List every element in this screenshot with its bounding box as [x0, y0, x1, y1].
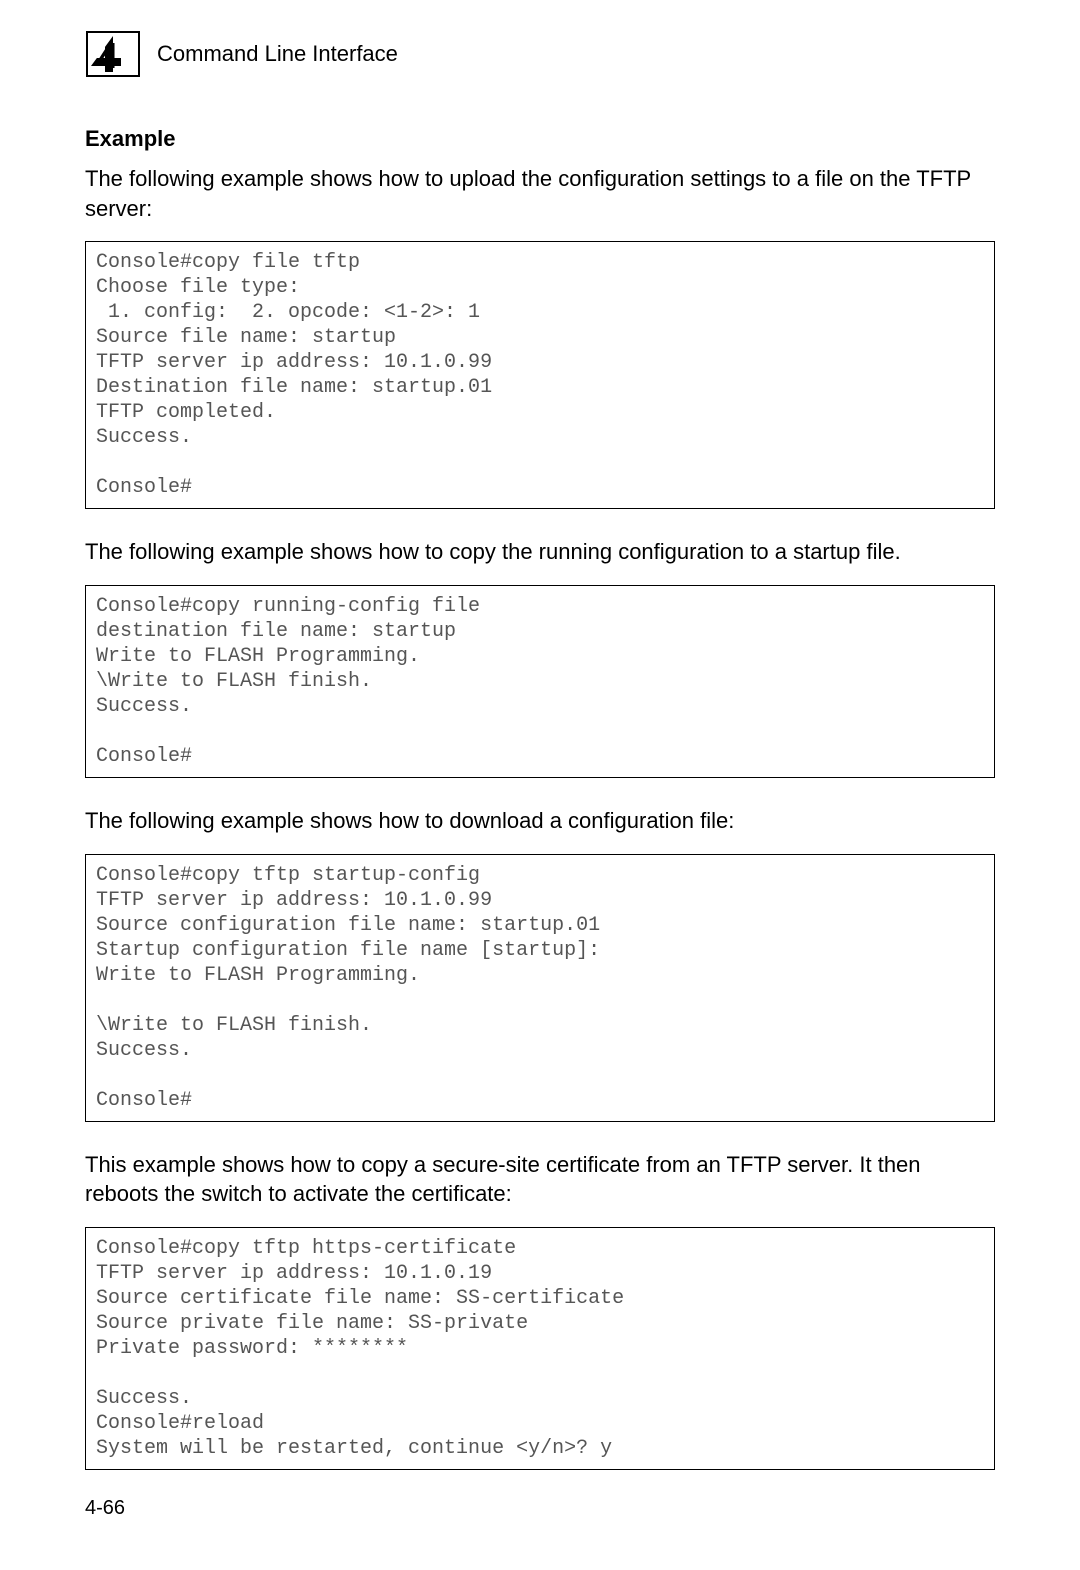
code-block-4: Console#copy tftp https-certificate TFTP…: [85, 1227, 995, 1470]
intro-text-4: This example shows how to copy a secure-…: [85, 1150, 995, 1209]
code-block-1: Console#copy file tftp Choose file type:…: [85, 241, 995, 509]
svg-text:4: 4: [98, 35, 118, 76]
example-heading: Example: [85, 126, 995, 152]
intro-text-1: The following example shows how to uploa…: [85, 164, 995, 223]
page-number: 4-66: [85, 1497, 125, 1520]
page-header: 4 Command Line Interface: [85, 30, 995, 78]
intro-text-2: The following example shows how to copy …: [85, 537, 995, 567]
code-block-3: Console#copy tftp startup-config TFTP se…: [85, 854, 995, 1122]
chapter-number-icon: 4: [85, 30, 141, 78]
header-title: Command Line Interface: [157, 41, 398, 67]
code-block-2: Console#copy running-config file destina…: [85, 585, 995, 778]
intro-text-3: The following example shows how to downl…: [85, 806, 995, 836]
